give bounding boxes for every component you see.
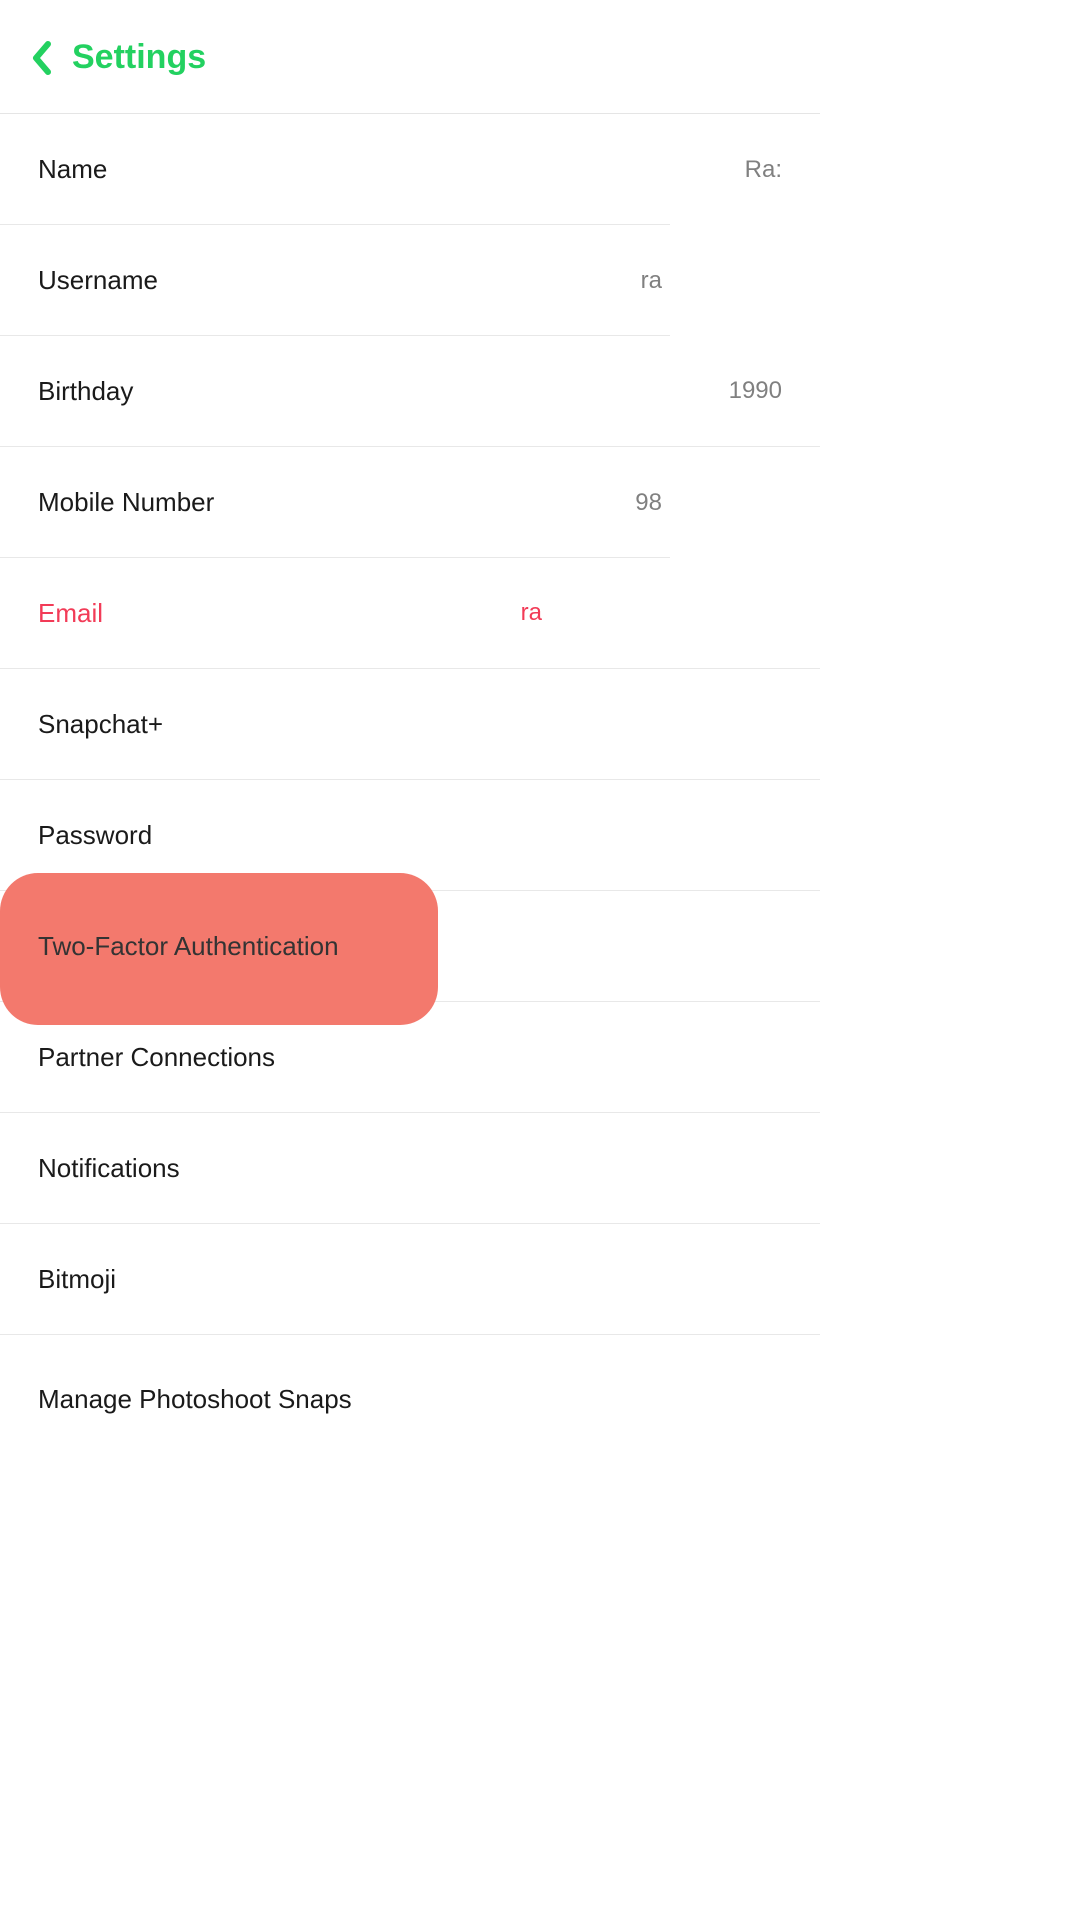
row-label: Email: [38, 598, 103, 629]
settings-row-mobile[interactable]: Mobile Number 98: [0, 447, 820, 558]
row-label: Partner Connections: [38, 1042, 275, 1073]
row-label: Mobile Number: [38, 487, 214, 518]
settings-row-bitmoji[interactable]: Bitmoji: [0, 1224, 820, 1335]
row-label: Password: [38, 820, 152, 851]
row-value: ra: [521, 599, 542, 627]
settings-list: Name Ra: Username ra Birthday 1990 Mobil…: [0, 114, 820, 1415]
row-value: Ra:: [745, 156, 782, 184]
header: Settings: [0, 0, 820, 107]
settings-row-birthday[interactable]: Birthday 1990: [0, 336, 820, 447]
page-title: Settings: [72, 38, 206, 77]
row-value: ra: [641, 267, 662, 295]
row-label: Birthday: [38, 376, 133, 407]
settings-row-snapchat-plus[interactable]: Snapchat+: [0, 669, 820, 780]
settings-row-two-factor[interactable]: Two-Factor Authentication: [0, 891, 820, 1002]
settings-row-email[interactable]: Email ra: [0, 558, 820, 669]
back-icon[interactable]: [30, 41, 54, 75]
settings-row-username[interactable]: Username ra: [0, 225, 820, 336]
row-label: Notifications: [38, 1153, 180, 1184]
row-label: Name: [38, 154, 107, 185]
row-label: Two-Factor Authentication: [38, 931, 339, 962]
settings-row-notifications[interactable]: Notifications: [0, 1113, 820, 1224]
settings-row-manage-snaps[interactable]: Manage Photoshoot Snaps: [0, 1335, 820, 1415]
row-label: Bitmoji: [38, 1264, 116, 1295]
row-value: 98: [635, 489, 662, 517]
row-label: Username: [38, 265, 158, 296]
row-label: Manage Photoshoot Snaps: [38, 1384, 352, 1415]
row-value: 1990: [729, 377, 782, 405]
settings-row-name[interactable]: Name Ra:: [0, 114, 820, 225]
row-label: Snapchat+: [38, 709, 163, 740]
